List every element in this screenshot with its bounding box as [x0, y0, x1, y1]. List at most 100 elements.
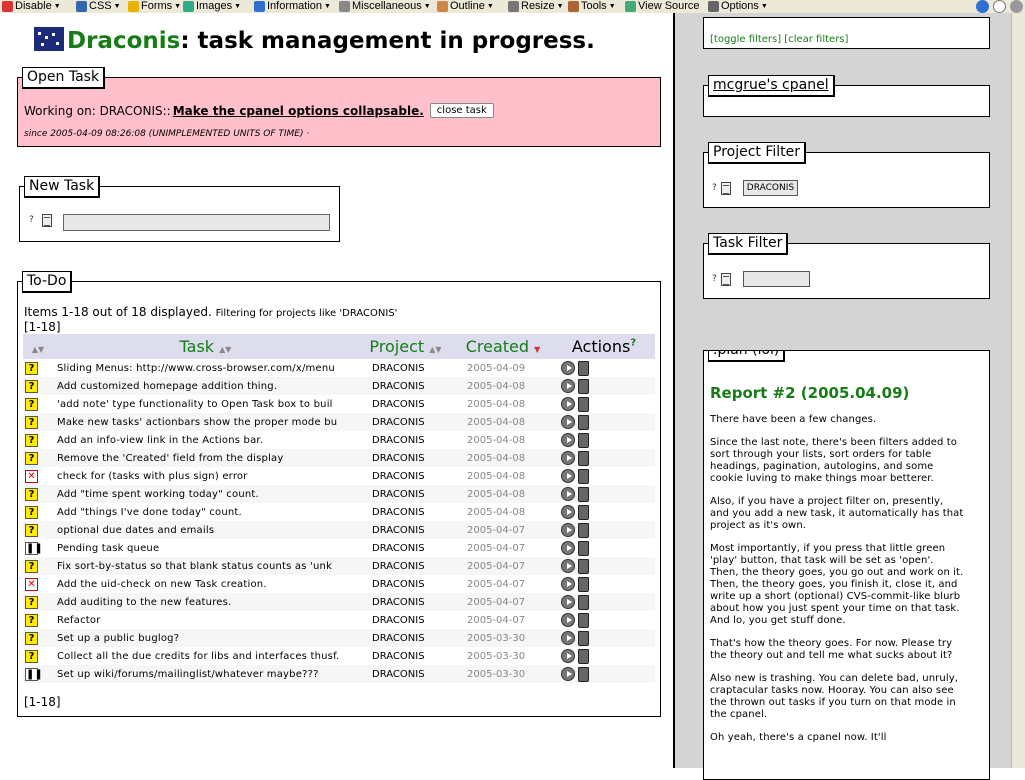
trash-icon[interactable]	[578, 522, 589, 538]
play-icon[interactable]	[561, 523, 575, 537]
play-icon[interactable]	[561, 667, 575, 681]
play-icon[interactable]	[561, 649, 575, 663]
open-task-link[interactable]: Make the cpanel options collapsable.	[173, 104, 424, 118]
trash-icon[interactable]	[578, 360, 589, 376]
task-cell[interactable]: Make new tasks' actionbars show the prop…	[53, 413, 358, 431]
project-header-label[interactable]: Project	[369, 337, 424, 356]
trash-icon[interactable]	[578, 666, 589, 682]
task-cell[interactable]: optional due dates and emails	[53, 521, 358, 539]
task-cell[interactable]: Collect all the due credits for libs and…	[53, 647, 358, 665]
project-column-header[interactable]: Project ▲▼	[358, 334, 453, 359]
status-pause-icon[interactable]: ❚❚	[25, 667, 43, 681]
toolbar-menu-forms[interactable]: Forms ▼	[128, 0, 181, 13]
note-icon[interactable]	[42, 214, 52, 227]
play-icon[interactable]	[561, 361, 575, 375]
task-cell[interactable]: Remove the 'Created' field from the disp…	[53, 449, 358, 467]
created-column-header[interactable]: Created ▼	[453, 334, 553, 359]
toolbar-menu-tools[interactable]: Tools ▼	[568, 0, 616, 13]
task-cell[interactable]: Fix sort-by-status so that blank status …	[53, 557, 358, 575]
filter-links[interactable]: [toggle filters] [clear filters]	[710, 34, 848, 45]
toolbar-menu-view-source[interactable]: View Source	[625, 0, 700, 13]
task-column-header[interactable]: Task ▲▼	[53, 334, 358, 359]
since-link[interactable]: ·	[306, 129, 309, 139]
play-icon[interactable]	[561, 559, 575, 573]
task-header-label[interactable]: Task	[180, 337, 215, 356]
created-header-label[interactable]: Created	[466, 337, 529, 356]
info-icon[interactable]	[993, 0, 1006, 13]
play-icon[interactable]	[561, 505, 575, 519]
status-open-icon[interactable]: ?	[25, 451, 38, 465]
help-link[interactable]: ?	[712, 274, 717, 284]
note-icon[interactable]	[720, 272, 731, 286]
play-icon[interactable]	[1010, 0, 1023, 13]
task-cell[interactable]: 'add note' type functionality to Open Ta…	[53, 395, 358, 413]
trash-icon[interactable]	[578, 504, 589, 520]
toolbar-menu-disable[interactable]: Disable ▼	[2, 0, 61, 13]
toolbar-menu-options[interactable]: Options ▼	[708, 0, 768, 13]
sidebar-scrollbar[interactable]	[1011, 13, 1025, 768]
check-icon[interactable]	[976, 0, 989, 13]
toolbar-menu-images[interactable]: Images ▼	[183, 0, 241, 13]
trash-icon[interactable]	[578, 396, 589, 412]
trash-icon[interactable]	[578, 432, 589, 448]
play-icon[interactable]	[561, 397, 575, 411]
play-icon[interactable]	[561, 595, 575, 609]
task-cell[interactable]: Add auditing to the new features.	[53, 593, 358, 611]
trash-icon[interactable]	[578, 468, 589, 484]
sort-desc-icon[interactable]: ▼	[534, 345, 540, 354]
close-task-button[interactable]: close task	[429, 103, 494, 118]
task-cell[interactable]: Add "things I've done today" count.	[53, 503, 358, 521]
actions-help-link[interactable]: ?	[630, 338, 636, 349]
status-open-icon[interactable]: ?	[25, 559, 38, 573]
pager-bottom[interactable]: [1-18]	[24, 695, 61, 709]
task-filter-input[interactable]	[742, 271, 810, 287]
status-open-icon[interactable]: ?	[25, 613, 38, 627]
task-cell[interactable]: Set up wiki/forums/mailinglist/whatever …	[53, 665, 358, 683]
sort-icon[interactable]: ▲▼	[32, 345, 44, 354]
status-open-icon[interactable]: ?	[25, 631, 38, 645]
play-icon[interactable]	[561, 433, 575, 447]
play-icon[interactable]	[561, 469, 575, 483]
trash-icon[interactable]	[578, 630, 589, 646]
task-cell[interactable]: Sliding Menus: http://www.cross-browser.…	[53, 359, 358, 377]
status-open-icon[interactable]: ?	[25, 487, 38, 501]
status-column-header[interactable]: ▲▼	[23, 334, 53, 359]
status-open-icon[interactable]: ?	[25, 361, 38, 375]
task-cell[interactable]: check for (tasks with plus sign) error	[53, 467, 358, 485]
play-icon[interactable]	[561, 415, 575, 429]
play-icon[interactable]	[561, 541, 575, 555]
trash-icon[interactable]	[578, 450, 589, 466]
task-cell[interactable]: Add an info-view link in the Actions bar…	[53, 431, 358, 449]
status-trash-icon[interactable]: ✕	[25, 469, 38, 483]
new-task-input[interactable]	[63, 214, 330, 231]
trash-icon[interactable]	[578, 540, 589, 556]
status-open-icon[interactable]: ?	[25, 397, 38, 411]
trash-icon[interactable]	[578, 486, 589, 502]
trash-icon[interactable]	[578, 378, 589, 394]
toolbar-menu-information[interactable]: Information ▼	[254, 0, 331, 13]
toolbar-menu-miscellaneous[interactable]: Miscellaneous ▼	[339, 0, 431, 13]
help-link[interactable]: ?	[712, 183, 717, 193]
trash-icon[interactable]	[578, 612, 589, 628]
trash-icon[interactable]	[578, 414, 589, 430]
play-icon[interactable]	[561, 379, 575, 393]
play-icon[interactable]	[561, 487, 575, 501]
note-icon[interactable]	[720, 181, 731, 195]
status-open-icon[interactable]: ?	[25, 649, 38, 663]
play-icon[interactable]	[561, 451, 575, 465]
status-open-icon[interactable]: ?	[25, 595, 38, 609]
play-icon[interactable]	[561, 631, 575, 645]
task-cell[interactable]: Set up a public buglog?	[53, 629, 358, 647]
task-cell[interactable]: Pending task queue	[53, 539, 358, 557]
project-filter-input[interactable]: DRACONIS	[742, 180, 799, 196]
help-link[interactable]: ?	[29, 215, 34, 225]
task-cell[interactable]: Add the uid-check on new Task creation.	[53, 575, 358, 593]
play-icon[interactable]	[561, 613, 575, 627]
sort-icon[interactable]: ▲▼	[429, 345, 441, 354]
toolbar-menu-css[interactable]: CSS ▼	[76, 0, 121, 13]
task-cell[interactable]: Refactor	[53, 611, 358, 629]
status-open-icon[interactable]: ?	[25, 523, 38, 537]
pager-top[interactable]: [1-18]	[24, 320, 61, 334]
task-cell[interactable]: Add customized homepage addition thing.	[53, 377, 358, 395]
trash-icon[interactable]	[578, 594, 589, 610]
